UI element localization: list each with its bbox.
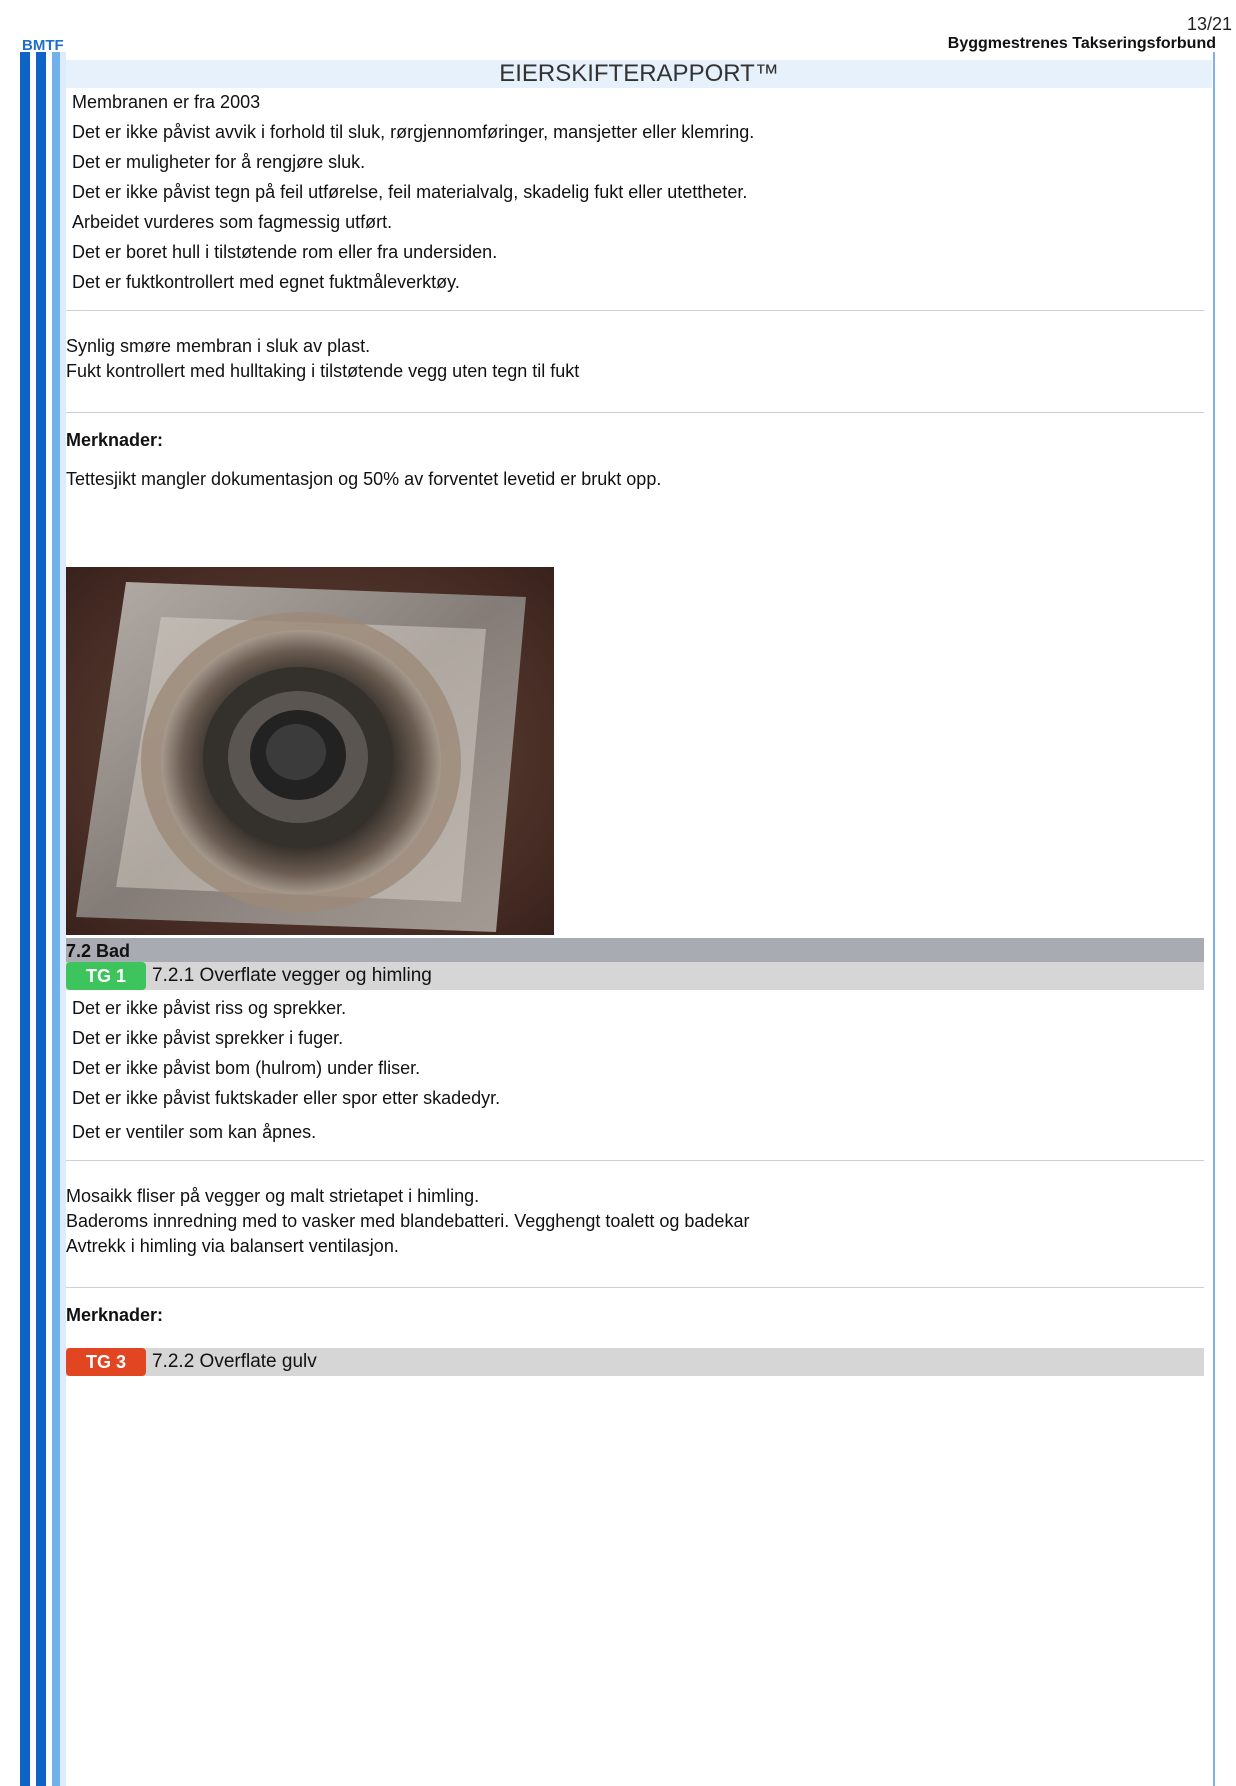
left-stripe-dark-2 (36, 52, 46, 1786)
section-heading-bad: 7.2 Bad (66, 938, 1204, 962)
section-b-remarks-label: Merknader: (66, 1305, 164, 1325)
section-b-description: Mosaikk fliser på vegger og malt strieta… (66, 1186, 750, 1256)
subsection-7-2-1: TG 1 7.2.1 Overflate vegger og himling (66, 962, 1204, 990)
tg1-badge: TG 1 (66, 962, 146, 990)
section-b-line: Det er ventiler som kan åpnes. (72, 1122, 317, 1142)
subsection-label: 7.2.2 Overflate gulv (152, 1351, 317, 1372)
divider (66, 412, 1204, 413)
divider (66, 1160, 1204, 1161)
left-stripe-dark (20, 52, 30, 1786)
right-border (1213, 52, 1215, 1786)
section-a-line: Det er boret hull i tilstøtende rom elle… (72, 242, 498, 262)
section-a-remarks-text: Tettesjikt mangler dokumentasjon og 50% … (66, 469, 662, 489)
floor-drain-photo (66, 567, 554, 935)
section-b-line: Det er ikke påvist bom (hulrom) under fl… (72, 1058, 421, 1078)
section-a-line: Det er fuktkontrollert med egnet fuktmål… (72, 272, 460, 292)
divider (66, 310, 1204, 311)
subsection-7-2-2: TG 3 7.2.2 Overflate gulv (66, 1348, 1204, 1376)
report-banner: EIERSKIFTERAPPORT™ (66, 60, 1212, 88)
section-a-line: Det er ikke påvist avvik i forhold til s… (72, 122, 755, 142)
left-stripe-light (52, 52, 60, 1786)
section-b-line: Det er ikke påvist sprekker i fuger. (72, 1028, 344, 1048)
section-a-description: Synlig smøre membran i sluk av plast. Fu… (66, 336, 580, 381)
section-b-line: Det er ikke påvist fuktskader eller spor… (72, 1088, 501, 1108)
section-a-line: Det er ikke påvist tegn på feil utførels… (72, 182, 748, 202)
organization-name: Byggmestrenes Takseringsforbund (947, 35, 1216, 52)
section-a-line: Det er muligheter for å rengjøre sluk. (72, 152, 366, 172)
divider (66, 1287, 1204, 1288)
section-a-line: Membranen er fra 2003 (72, 92, 261, 112)
section-b-line: Det er ikke påvist riss og sprekker. (72, 998, 347, 1018)
tg3-badge: TG 3 (66, 1348, 146, 1376)
page-number: 13/21 (1186, 14, 1232, 34)
subsection-label: 7.2.1 Overflate vegger og himling (152, 965, 432, 986)
section-a-remarks-label: Merknader: (66, 430, 164, 450)
section-a-line: Arbeidet vurderes som fagmessig utført. (72, 212, 393, 232)
